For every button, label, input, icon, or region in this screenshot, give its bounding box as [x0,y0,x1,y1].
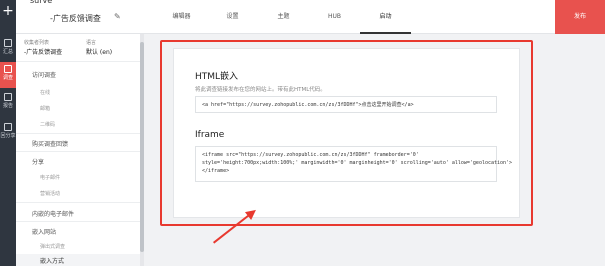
sidebar-section-embed-website[interactable]: 嵌入网站 [32,227,56,236]
highlight-box [160,40,533,226]
divider [16,221,144,222]
rail-item-share[interactable]: 回分享 [0,120,16,146]
rail-item-label: 报告 [2,103,13,109]
sidebar-section-visit[interactable]: 访问调查 [32,70,56,79]
tab-hub[interactable]: HUB [309,0,360,34]
tab-settings[interactable]: 设置 [207,0,258,34]
divider [16,61,144,62]
rail-item-label: 汇总 [2,49,13,55]
sidebar-section-embedded-email[interactable]: 内嵌的电子邮件 [32,209,74,218]
sidebar-section-purchase[interactable]: 购买调查回馈 [32,139,68,148]
rail-item-label: 调查 [2,75,13,81]
sidebar: 收集者列表 -广告反馈调查 语言 默认 (en) 访问调查 在线 邮箱 二维码 … [16,34,144,266]
tab-theme[interactable]: 主题 [258,0,309,34]
divider [16,151,144,152]
brand-fragment: surve [30,0,53,5]
sidebar-item-label: 嵌入方式 [40,258,65,265]
summary-icon [4,39,12,47]
sidebar-item-email-message[interactable]: 电子邮件 [40,174,60,181]
survey-icon [4,65,12,73]
survey-list-select[interactable]: -广告反馈调查 [24,47,62,56]
share-icon [4,123,12,131]
survey-title: -广告反馈调查 [50,14,101,23]
divider [16,133,144,134]
scrollbar-thumb[interactable] [140,42,144,252]
sidebar-item-embed-method[interactable]: 嵌入方式 [16,254,144,266]
sidebar-item-email[interactable]: 邮箱 [40,105,50,112]
pencil-icon[interactable]: ✎ [114,12,121,21]
sidebar-item-popup[interactable]: 弹出式调查 [40,243,65,250]
sidebar-item-qrcode[interactable]: 二维码 [40,121,55,128]
report-icon [4,93,12,101]
tab-bar: 编辑器 设置 主题 HUB 启动 [156,0,411,34]
survey-list-label: 收集者列表 [24,40,50,46]
tab-editor[interactable]: 编辑器 [156,0,207,34]
left-nav-rail: + 汇总 调查 报告 回分享 [0,0,16,266]
sidebar-section-share[interactable]: 分享 [32,157,44,166]
language-label: 语言 [86,40,97,46]
rail-item-report[interactable]: 报告 [0,90,16,116]
rail-item-label: 回分享 [0,133,16,139]
divider [16,202,144,203]
top-header: surve -广告反馈调查 ✎ 编辑器 设置 主题 HUB 启动 发布 [16,0,605,34]
sidebar-scrollbar[interactable] [140,34,144,266]
publish-button[interactable]: 发布 [555,0,605,34]
sidebar-item-campaign[interactable]: 营销活动 [40,190,60,197]
language-select[interactable]: 默认 (en) [86,47,112,56]
rail-item-survey[interactable]: 调查 [0,62,16,88]
add-icon[interactable]: + [1,4,15,18]
rail-item-summary[interactable]: 汇总 [0,36,16,62]
sidebar-item-online[interactable]: 在线 [40,89,50,96]
tab-launch[interactable]: 启动 [360,0,411,34]
